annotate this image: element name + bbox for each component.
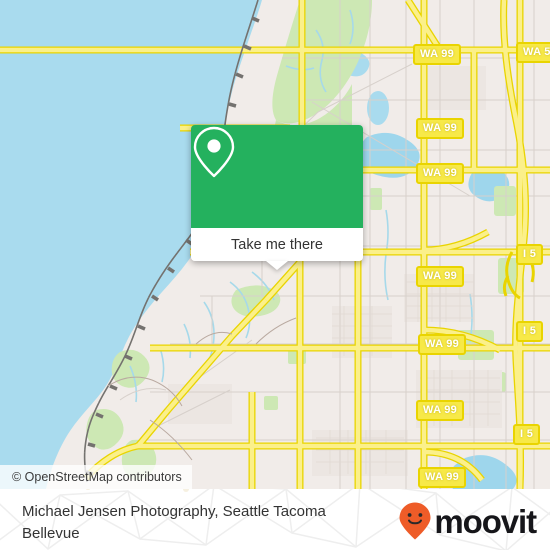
- map-attribution[interactable]: © OpenStreetMap contributors: [0, 465, 192, 489]
- popup-tail-pointer: [266, 261, 288, 270]
- highway-shield: WA 99: [416, 266, 465, 287]
- highway-shield: WA 99: [416, 118, 465, 139]
- place-name: Michael Jensen Photography, Seattle Taco…: [22, 503, 326, 542]
- popup-header: [191, 125, 363, 228]
- highway-shield: WA 99: [416, 400, 465, 421]
- take-me-there-button[interactable]: Take me there: [191, 228, 363, 261]
- map-pin-icon: [193, 126, 235, 178]
- moovit-wordmark: moovit: [434, 502, 537, 540]
- highway-shield: WA 99: [416, 163, 465, 184]
- map-canvas[interactable]: WA 99 WA 52 WA 99 WA 99 I 5 WA 99 I 5 WA 99 WA 9…: [0, 0, 550, 489]
- highway-shield: WA 99: [418, 467, 467, 488]
- highway-shield: WA 52: [516, 42, 550, 63]
- map-screenshot: WA 99 WA 52 WA 99 WA 99 I 5 WA 99 I 5 WA 99 WA 9…: [0, 0, 550, 550]
- highway-shield: I 5: [516, 244, 544, 265]
- footer-bar: Michael Jensen Photography, Seattle Taco…: [0, 489, 550, 550]
- highway-shield: WA 99: [413, 44, 462, 65]
- highway-shield: I 5: [513, 424, 541, 445]
- map-popup-card[interactable]: Take me there: [191, 125, 363, 270]
- highway-shield: I 5: [516, 321, 544, 342]
- highway-shield: WA 99: [418, 334, 467, 355]
- moovit-logo[interactable]: moovit: [398, 501, 537, 541]
- moovit-pin-smiley-icon: [399, 502, 431, 540]
